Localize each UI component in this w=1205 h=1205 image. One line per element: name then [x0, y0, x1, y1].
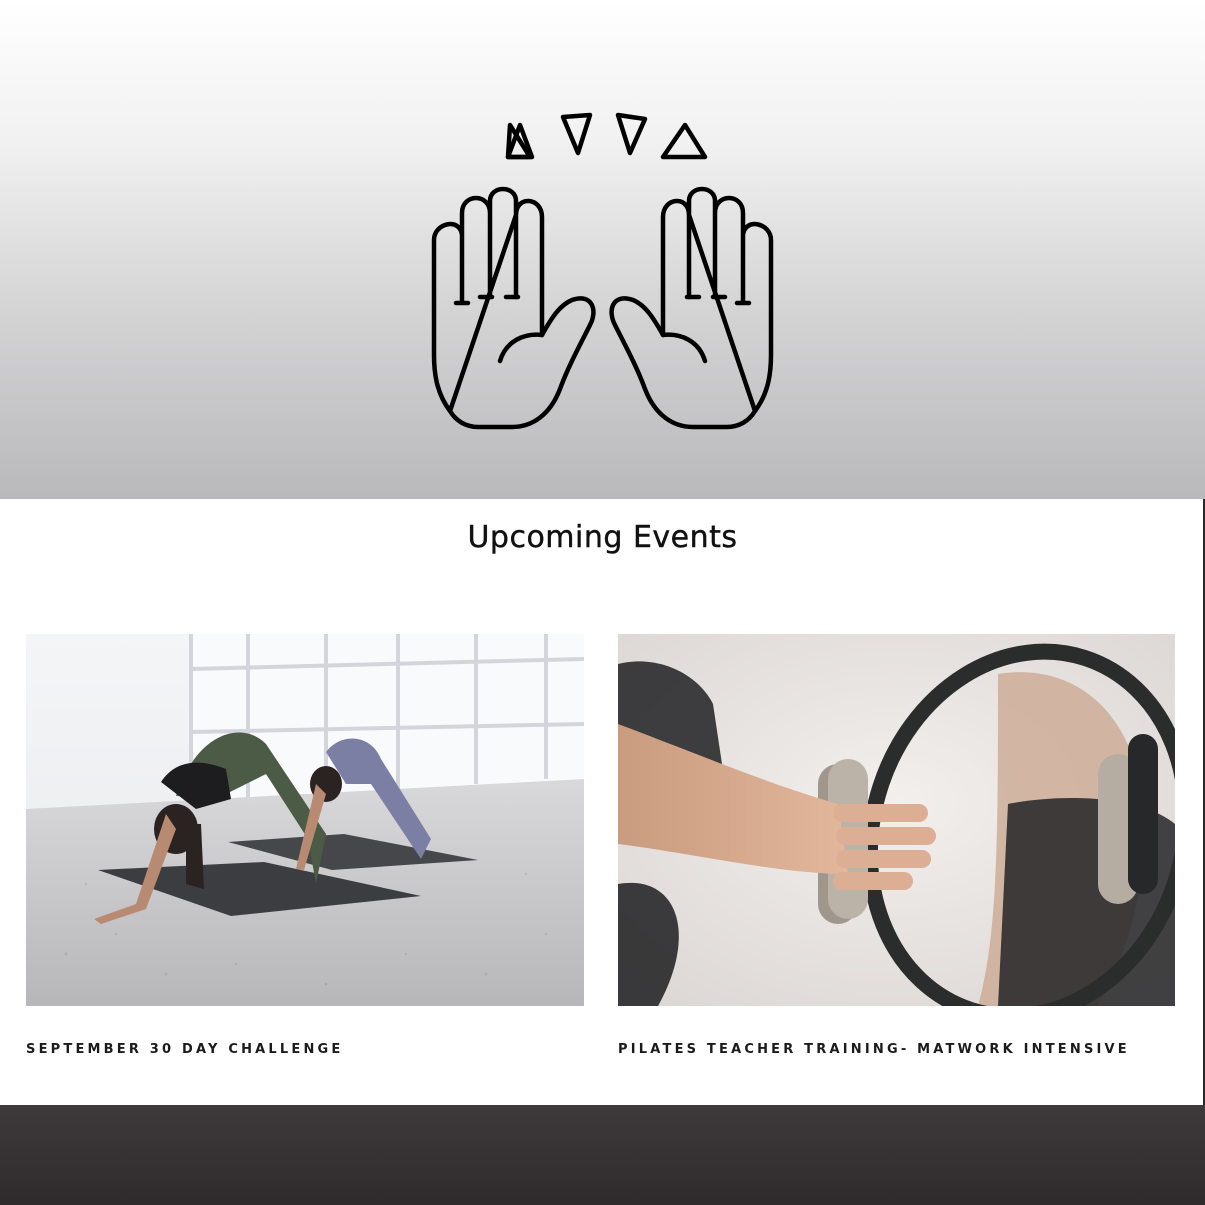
hero-banner	[0, 0, 1205, 499]
event-title[interactable]: SEPTEMBER 30 DAY CHALLENGE	[26, 1042, 344, 1057]
raised-hands-icon	[431, 112, 774, 430]
event-title[interactable]: PILATES TEACHER TRAINING- MATWORK INTENS…	[618, 1042, 1130, 1057]
footer	[0, 1105, 1205, 1205]
section-title: Upcoming Events	[467, 520, 738, 555]
yoga-downward-dog-photo[interactable]	[26, 634, 584, 1006]
pilates-ring-photo[interactable]	[618, 634, 1175, 1006]
event-card[interactable]: PILATES TEACHER TRAINING- MATWORK INTENS…	[618, 634, 1175, 1074]
event-card[interactable]: SEPTEMBER 30 DAY CHALLENGE	[26, 634, 584, 1074]
